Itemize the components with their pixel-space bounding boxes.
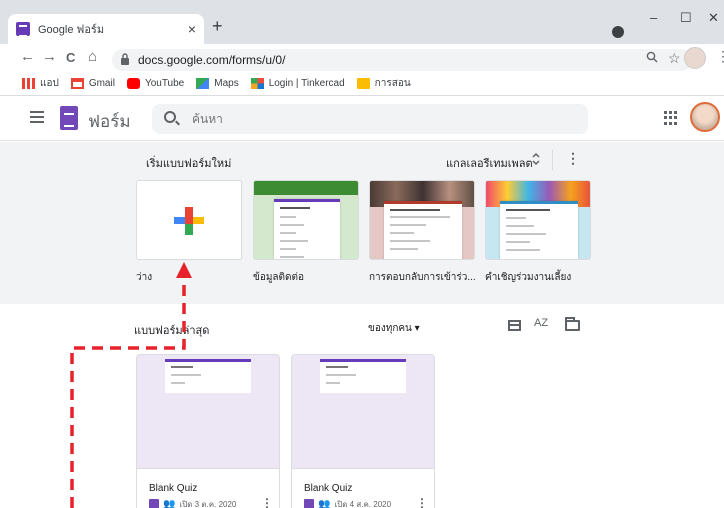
arrowhead-icon <box>176 262 192 278</box>
annotation-arrow <box>70 262 192 508</box>
